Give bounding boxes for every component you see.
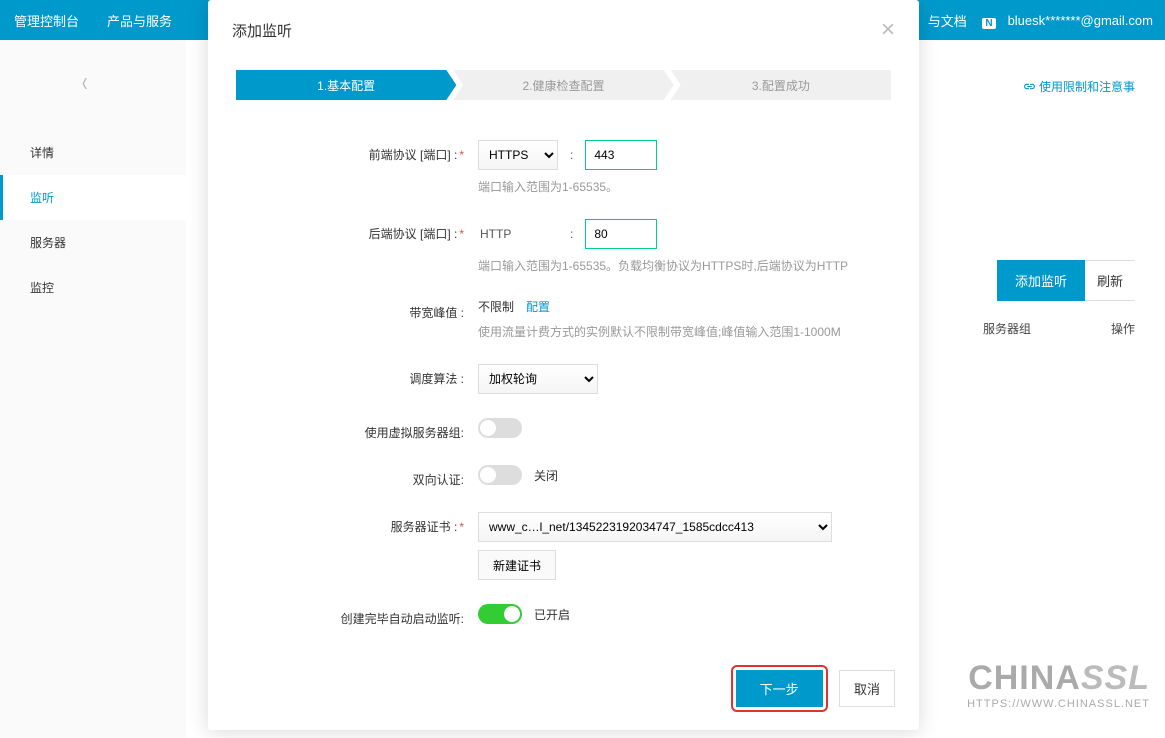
back-icon[interactable]: ‹: [82, 66, 88, 98]
close-icon[interactable]: ×: [881, 18, 895, 42]
new-cert-button[interactable]: 新建证书: [478, 550, 556, 580]
add-listener-button[interactable]: 添加监听: [997, 260, 1085, 301]
cancel-button[interactable]: 取消: [839, 670, 895, 707]
modal-title: 添加监听: [232, 20, 292, 41]
mutual-auth-status: 关闭: [534, 467, 558, 484]
nav-products[interactable]: 产品与服务: [93, 11, 186, 30]
auto-start-label: 创建完毕自动启动监听:: [318, 604, 478, 627]
server-cert-select[interactable]: www_c…l_net/1345223192034747_1585cdcc413: [478, 512, 832, 542]
frontend-port-input[interactable]: [585, 140, 657, 170]
virtual-server-group-toggle[interactable]: [478, 418, 522, 438]
refresh-button[interactable]: 刷新: [1085, 260, 1135, 301]
scheduler-select[interactable]: 加权轮询: [478, 364, 598, 394]
virtual-server-group-label: 使用虚拟服务器组:: [318, 418, 478, 441]
frontend-protocol-select[interactable]: HTTPS: [478, 140, 558, 170]
auto-start-status: 已开启: [534, 606, 570, 623]
user-menu[interactable]: bluesk*******@gmail.com: [1008, 13, 1153, 28]
bandwidth-label: 带宽峰值 :: [318, 298, 478, 321]
frontend-protocol-label: 前端协议 [端口] :*: [318, 140, 478, 163]
add-listener-modal: 添加监听 × 1.基本配置 2.健康检查配置 3.配置成功 前端协议 [端口] …: [208, 0, 919, 730]
backend-port-hint: 端口输入范围为1-65535。负载均衡协议为HTTPS时,后端协议为HTTP: [478, 257, 919, 274]
mutual-auth-toggle[interactable]: [478, 465, 522, 485]
sidebar-item-servers[interactable]: 服务器: [0, 220, 186, 265]
auto-start-toggle[interactable]: [478, 604, 522, 624]
mutual-auth-label: 双向认证:: [318, 465, 478, 488]
next-button-highlight: 下一步: [731, 665, 828, 712]
sidebar-item-monitor[interactable]: 监控: [0, 265, 186, 310]
step-2: 2.健康检查配置: [453, 70, 673, 100]
col-action: 操作: [1111, 320, 1135, 337]
scheduler-label: 调度算法 :: [318, 364, 478, 387]
sidebar-item-details[interactable]: 详情: [0, 130, 186, 175]
step-3: 3.配置成功: [671, 70, 891, 100]
server-cert-label: 服务器证书 :*: [318, 512, 478, 535]
step-indicator: 1.基本配置 2.健康检查配置 3.配置成功: [208, 60, 919, 100]
bandwidth-hint: 使用流量计费方式的实例默认不限制带宽峰值;峰值输入范围1-1000M: [478, 323, 919, 340]
step-1: 1.基本配置: [236, 70, 456, 100]
sidebar-item-listener[interactable]: 监听: [0, 175, 186, 220]
link-icon: [1023, 80, 1036, 93]
backend-protocol-value: HTTP: [478, 227, 558, 241]
next-button[interactable]: 下一步: [736, 670, 823, 707]
col-server-group: 服务器组: [983, 320, 1031, 337]
backend-protocol-label: 后端协议 [端口] :*: [318, 219, 478, 242]
frontend-port-hint: 端口输入范围为1-65535。: [478, 178, 919, 195]
notification-badge: N: [982, 18, 995, 29]
nav-console[interactable]: 管理控制台: [0, 11, 93, 30]
bandwidth-unlimited: 不限制: [478, 298, 514, 315]
backend-port-input[interactable]: [585, 219, 657, 249]
table-header: 服务器组 操作: [983, 320, 1135, 337]
usage-restrictions-link[interactable]: 使用限制和注意事: [1023, 78, 1135, 95]
bandwidth-configure-link[interactable]: 配置: [526, 298, 550, 315]
nav-docs[interactable]: 与文档 N: [916, 11, 996, 30]
sidebar: ‹ 详情 监听 服务器 监控 ⋮⋮⋮: [0, 40, 186, 738]
